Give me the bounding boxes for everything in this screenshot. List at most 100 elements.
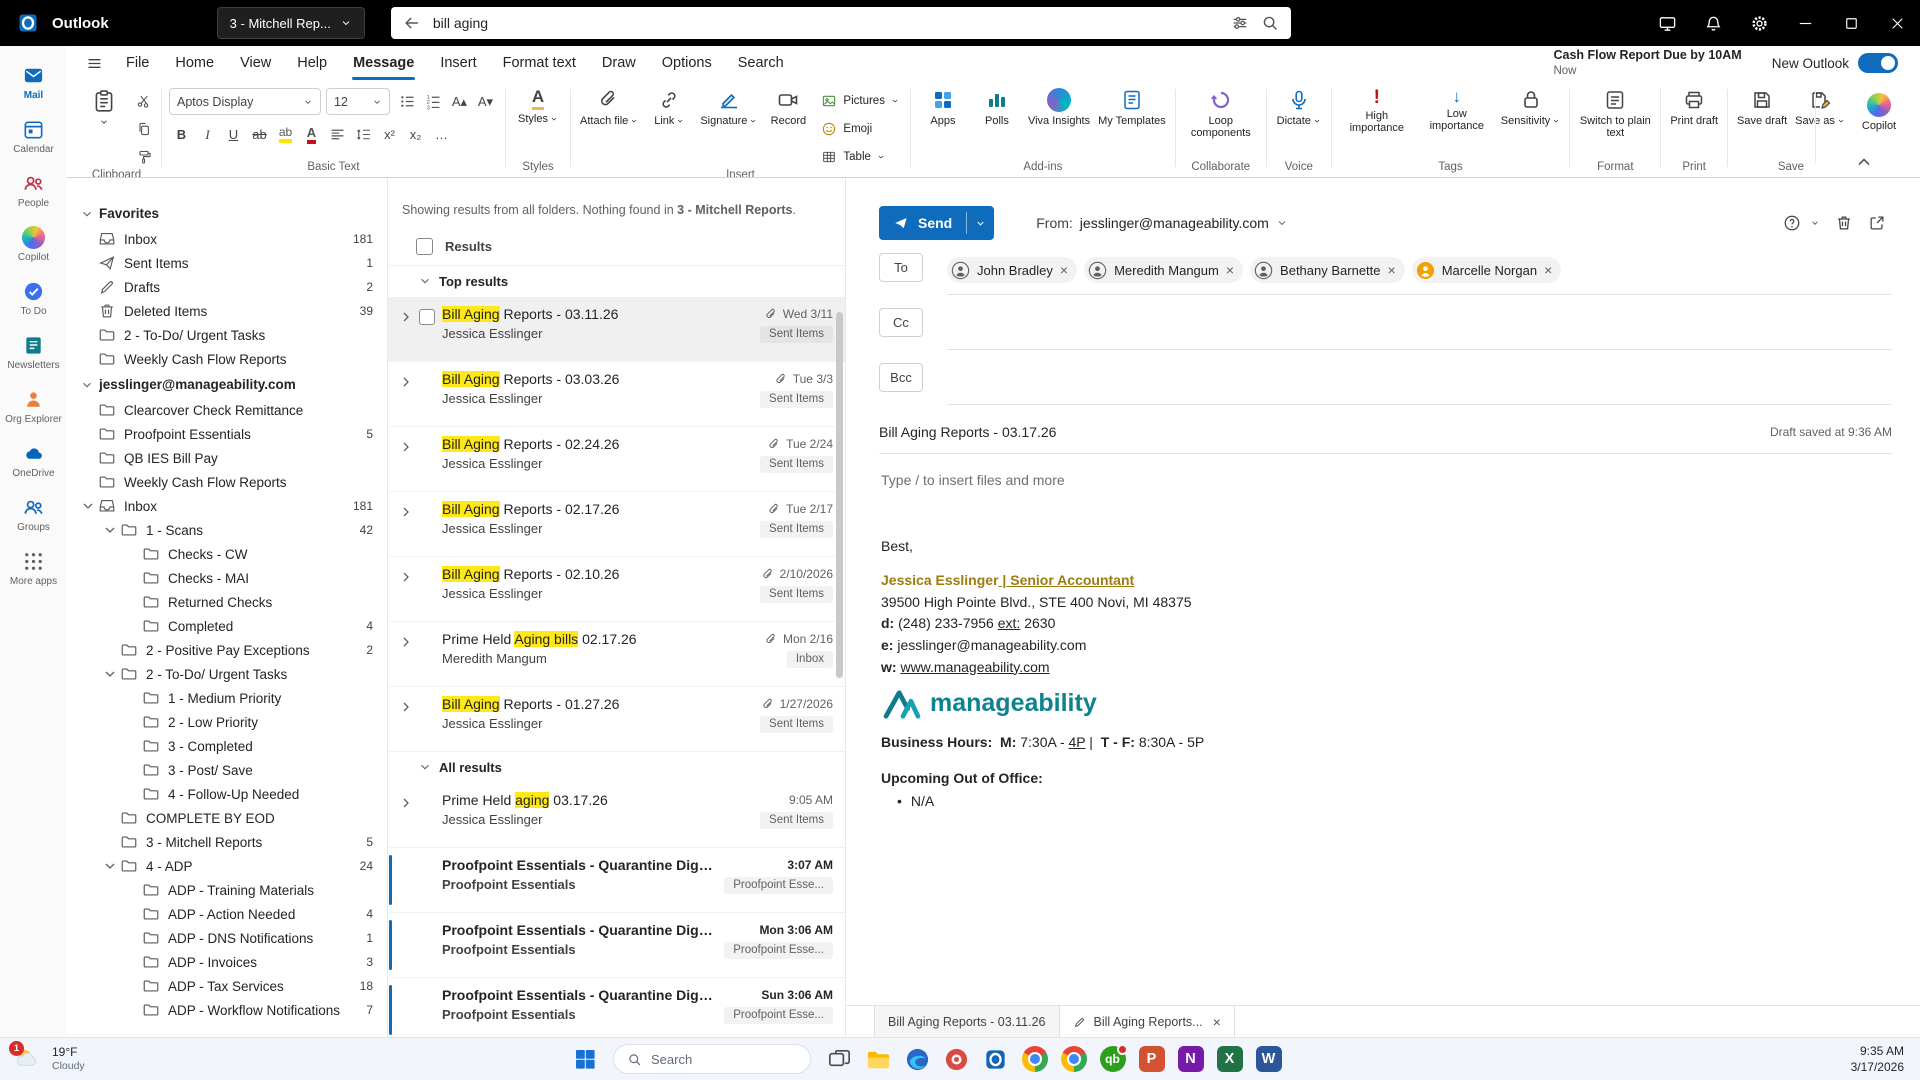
folder-item[interactable]: Clearcover Check Remittance — [67, 398, 387, 422]
email-row[interactable]: Proofpoint Essentials - Quarantine Diges… — [388, 848, 845, 913]
record-button[interactable]: Record — [761, 83, 815, 129]
expand-icon[interactable] — [398, 439, 414, 455]
notifications-button[interactable] — [1690, 0, 1736, 46]
folder-item[interactable]: 2 - Positive Pay Exceptions 2 — [67, 638, 387, 662]
folder-item[interactable]: 2 - Low Priority — [67, 710, 387, 734]
taskbar-app[interactable]: P — [1133, 1041, 1170, 1078]
folder-item[interactable]: ADP - Training Materials — [67, 878, 387, 902]
folder-item[interactable]: 4 - ADP 24 — [67, 854, 387, 878]
account-header[interactable]: jesslinger@manageability.com — [67, 371, 387, 398]
taskbar-app[interactable] — [899, 1041, 936, 1078]
rail-item[interactable]: Mail — [5, 60, 63, 105]
remove-recipient-icon[interactable]: × — [1060, 263, 1068, 277]
save-as-button[interactable]: Save as — [1791, 83, 1849, 129]
remove-recipient-icon[interactable]: × — [1388, 263, 1396, 277]
settings-button[interactable] — [1736, 0, 1782, 46]
all-results-header[interactable]: All results — [388, 752, 845, 783]
folder-item[interactable]: 2 - To-Do/ Urgent Tasks — [67, 323, 387, 347]
folder-item[interactable]: 1 - Medium Priority — [67, 686, 387, 710]
expand-icon[interactable] — [398, 374, 414, 390]
bcc-button[interactable]: Bcc — [879, 363, 923, 392]
rail-item[interactable]: Groups — [5, 492, 63, 537]
expand-icon[interactable] — [398, 504, 414, 520]
folder-item[interactable]: Drafts 2 — [67, 275, 387, 299]
expand-icon[interactable] — [398, 309, 414, 325]
rail-item[interactable]: OneDrive — [5, 438, 63, 483]
folder-item[interactable]: Sent Items 1 — [67, 251, 387, 275]
font-color-button[interactable]: A — [299, 122, 324, 147]
discard-button[interactable] — [1829, 208, 1859, 238]
sensitivity-button[interactable]: Sensitivity — [1497, 83, 1565, 129]
expand-icon[interactable] — [398, 699, 414, 715]
bold-button[interactable]: B — [169, 122, 194, 147]
subject-field[interactable]: Bill Aging Reports - 03.17.26 — [879, 424, 1770, 440]
rail-item[interactable]: Calendar — [5, 114, 63, 159]
email-row[interactable]: Bill Aging Reports - 02.10.26 Jessica Es… — [388, 557, 845, 622]
folder-item[interactable]: Weekly Cash Flow Reports — [67, 470, 387, 494]
start-button[interactable] — [566, 1041, 603, 1078]
email-row[interactable]: Bill Aging Reports - 02.24.26 Jessica Es… — [388, 427, 845, 492]
message-body[interactable]: Type / to insert files and more Best, Je… — [879, 454, 1892, 812]
italic-button[interactable]: I — [195, 122, 220, 147]
underline-button[interactable]: U — [221, 122, 246, 147]
weather-widget[interactable]: 1 19°F Cloudy — [0, 1041, 85, 1073]
new-outlook-toggle[interactable] — [1858, 53, 1898, 73]
folder-item[interactable]: ADP - Workflow Notifications 7 — [67, 998, 387, 1022]
link-button[interactable]: Link — [642, 83, 696, 129]
chevron-down-icon[interactable] — [102, 522, 118, 538]
taskbar-app[interactable] — [1055, 1041, 1092, 1078]
website-link[interactable]: www.manageability.com — [900, 659, 1049, 675]
close-icon[interactable]: × — [1213, 1014, 1221, 1030]
bullet-list-button[interactable] — [395, 89, 420, 114]
plain-text-button[interactable]: Switch to plain text — [1575, 83, 1655, 142]
polls-button[interactable]: Polls — [970, 83, 1024, 129]
back-icon[interactable] — [403, 14, 421, 32]
email-row[interactable]: Prime Held Aging bills 02.17.26 Meredith… — [388, 622, 845, 687]
remove-recipient-icon[interactable]: × — [1544, 263, 1552, 277]
font-family-select[interactable]: Aptos Display — [169, 88, 321, 115]
folder-item[interactable]: COMPLETE BY EOD — [67, 806, 387, 830]
maximize-button[interactable] — [1828, 0, 1874, 46]
clock[interactable]: 9:35 AM 3/17/2026 — [1851, 1043, 1920, 1075]
folder-item[interactable]: Weekly Cash Flow Reports — [67, 347, 387, 371]
bcc-field[interactable] — [947, 363, 1892, 405]
menu-tab[interactable]: View — [227, 46, 284, 80]
taskbar-app[interactable] — [938, 1041, 975, 1078]
email-checkbox[interactable] — [419, 308, 435, 325]
recipient-pill[interactable]: Meredith Mangum × — [1084, 257, 1244, 283]
taskbar-app[interactable] — [860, 1041, 897, 1078]
loop-components-button[interactable]: Loop components — [1181, 83, 1261, 142]
taskbar-app[interactable]: qb — [1094, 1041, 1131, 1078]
scrollbar[interactable] — [836, 312, 843, 678]
cc-button[interactable]: Cc — [879, 308, 923, 337]
recipient-pill[interactable]: Bethany Barnette × — [1250, 257, 1405, 283]
folder-item[interactable]: ADP - Tax Services 18 — [67, 974, 387, 998]
paste-button[interactable] — [77, 83, 131, 129]
chevron-down-icon[interactable] — [1810, 218, 1820, 228]
collapse-ribbon-button[interactable] — [1854, 152, 1874, 172]
apps-button[interactable]: Apps — [916, 83, 970, 129]
chevron-down-icon[interactable] — [80, 207, 94, 221]
taskbar-app[interactable] — [977, 1041, 1014, 1078]
minimize-button[interactable] — [1782, 0, 1828, 46]
rail-item[interactable]: More apps — [5, 546, 63, 591]
taskbar-app[interactable]: N — [1172, 1041, 1209, 1078]
titlebar-search[interactable]: bill aging — [390, 7, 1291, 39]
search-filters-icon[interactable] — [1231, 14, 1249, 32]
recipient-pill[interactable]: John Bradley × — [947, 257, 1078, 283]
hamburger-icon[interactable] — [75, 46, 113, 80]
search-query[interactable]: bill aging — [433, 15, 1219, 31]
folder-item[interactable]: Checks - CW — [67, 542, 387, 566]
chevron-down-icon[interactable] — [80, 498, 96, 514]
close-button[interactable] — [1874, 0, 1920, 46]
dictate-button[interactable]: Dictate — [1272, 83, 1326, 129]
to-field[interactable]: John Bradley × Meredith Mangum × Bethany… — [947, 253, 1892, 295]
menu-tab[interactable]: File — [113, 46, 162, 80]
folder-item[interactable]: 3 - Post/ Save — [67, 758, 387, 782]
folder-item[interactable]: ADP - Invoices 3 — [67, 950, 387, 974]
folder-item[interactable]: Completed 4 — [67, 614, 387, 638]
body-placeholder[interactable]: Type / to insert files and more — [881, 471, 1890, 491]
from-selector[interactable]: From: jesslinger@manageability.com — [1036, 215, 1288, 231]
menu-tab[interactable]: Help — [284, 46, 340, 80]
taskbar-app[interactable] — [1016, 1041, 1053, 1078]
